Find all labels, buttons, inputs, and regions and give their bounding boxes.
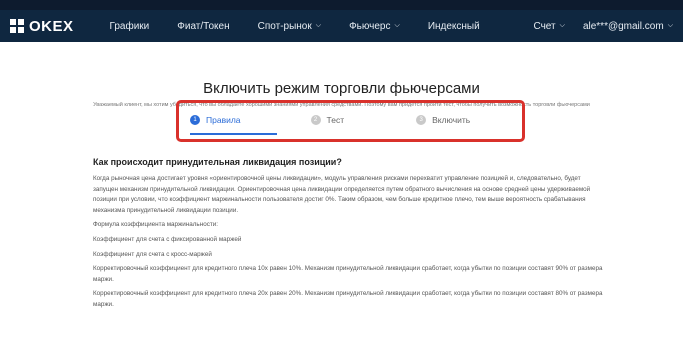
account-menu[interactable]: Счет ⌵ — [533, 21, 564, 32]
paragraph: Корректировочный коэффициент для кредитн… — [93, 290, 603, 308]
logo[interactable]: OKEX — [10, 18, 74, 35]
logo-text: OKEX — [29, 17, 74, 35]
paragraph: Коэффициент для счета с фиксированной ма… — [93, 235, 242, 243]
rules-content: Как происходит принудительная ликвидация… — [93, 157, 603, 315]
okex-logo-icon — [10, 19, 24, 33]
nav-item-index[interactable]: Индексный — [428, 21, 480, 32]
step-label: Правила — [206, 115, 241, 125]
step-number-badge: 2 — [310, 115, 321, 125]
active-step-underline — [190, 133, 277, 135]
paragraph: Коэффициент для счета с кросс-маржей — [93, 250, 212, 258]
nav-item-label: Графики — [109, 20, 150, 32]
nav-item-spot[interactable]: Спот-рынок ⌵ — [258, 21, 321, 32]
user-email: ale***@gmail.com — [582, 20, 664, 32]
chevron-down-icon: ⌵ — [394, 22, 400, 29]
step-test[interactable]: 2 Тест — [310, 115, 345, 125]
nav-item-label: Спот-рынок — [257, 20, 312, 32]
user-email-menu[interactable]: ale***@gmail.com ⌵ — [583, 21, 673, 32]
paragraph: Когда рыночная цена достигает уровня «ор… — [93, 175, 591, 214]
nav-item-fiat-token[interactable]: Фиат/Токен — [177, 21, 229, 32]
chevron-down-icon: ⌵ — [559, 22, 565, 29]
step-label: Включить — [432, 115, 471, 125]
nav-item-label: Фиат/Токен — [177, 20, 230, 32]
steps-tabs: 1 Правила 2 Тест 3 Включить — [190, 115, 510, 135]
step-label: Тест — [326, 115, 345, 125]
step-number-badge: 3 — [416, 115, 427, 125]
page-title: Включить режим торговли фьючерсами — [203, 80, 480, 97]
top-strip — [0, 0, 683, 10]
paragraph: Корректировочный коэффициент для кредитн… — [93, 265, 603, 283]
nav-item-charts[interactable]: Графики — [110, 21, 150, 32]
step-rules[interactable]: 1 Правила — [190, 115, 277, 135]
nav-item-futures[interactable]: Фьючерс ⌵ — [349, 21, 400, 32]
top-navbar: OKEX Графики Фиат/Токен Спот-рынок ⌵ Фьюч… — [0, 10, 683, 42]
nav-item-label: Индексный — [427, 20, 480, 32]
chevron-down-icon: ⌵ — [315, 22, 322, 29]
nav-item-label: Фьючерс — [349, 20, 391, 32]
main-content: Включить режим торговли фьючерсами Уважа… — [0, 42, 683, 109]
section-heading: Как происходит принудительная ликвидация… — [93, 157, 342, 167]
step-number-badge: 1 — [190, 115, 200, 125]
step-enable[interactable]: 3 Включить — [416, 115, 470, 125]
account-label: Счет — [533, 20, 556, 32]
paragraph: Формула коэффициента маржинальности: — [93, 221, 218, 229]
chevron-down-icon: ⌵ — [667, 22, 673, 29]
